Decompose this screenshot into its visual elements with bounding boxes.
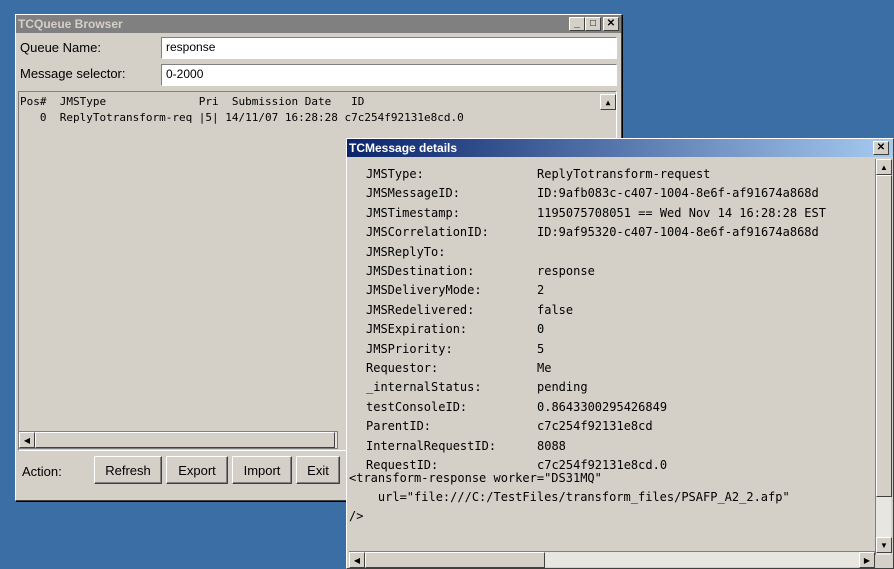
- detail-key: JMSCorrelationID:: [366, 225, 489, 240]
- minimize-icon: _: [574, 18, 580, 29]
- detail-value: response: [537, 264, 595, 278]
- detail-key: JMSPriority:: [366, 341, 453, 356]
- scroll-thumb[interactable]: [35, 432, 335, 448]
- message-details-titlebar[interactable]: TCMessage details ✕: [347, 139, 893, 157]
- details-horizontal-scrollbar[interactable]: ◀ ▶: [349, 551, 875, 568]
- detail-value: ReplyTotransform-request: [537, 167, 711, 181]
- details-vertical-scrollbar[interactable]: ▲ ▼: [875, 159, 892, 555]
- refresh-button[interactable]: Refresh: [94, 456, 162, 484]
- window-title: TCMessage details: [349, 141, 458, 155]
- arrow-down-icon: ▼: [880, 540, 888, 550]
- details-body-line-1: <transform-response worker="DS31MQ": [349, 471, 602, 485]
- queue-name-input[interactable]: response: [161, 37, 617, 59]
- detail-key: JMSDeliveryMode:: [366, 283, 482, 298]
- table-row[interactable]: 0 ReplyTotransform-req |5| 14/11/07 16:2…: [20, 111, 464, 124]
- detail-key: JMSTimestamp:: [366, 205, 460, 220]
- queue-name-label: Queue Name:: [20, 40, 101, 55]
- detail-value: 5: [537, 341, 545, 356]
- detail-value: ID:9af95320-c407-1004-8e6f-af91674a868d: [537, 225, 819, 240]
- close-icon: ✕: [876, 142, 886, 153]
- detail-key: JMSType:: [366, 167, 424, 181]
- details-body-line-2: url="file:///C:/TestFiles/transform_file…: [349, 490, 790, 504]
- close-button[interactable]: ✕: [603, 17, 619, 31]
- detail-key: testConsoleID:: [366, 399, 468, 414]
- scroll-thumb[interactable]: [876, 175, 892, 497]
- arrow-right-icon: ▶: [863, 555, 871, 565]
- detail-key: JMSRedelivered:: [366, 302, 475, 317]
- close-icon: ✕: [606, 18, 616, 29]
- maximize-icon: □: [589, 18, 597, 29]
- detail-key: InternalRequestID:: [366, 438, 497, 453]
- close-button[interactable]: ✕: [873, 141, 889, 155]
- exit-button[interactable]: Exit: [296, 456, 340, 484]
- horizontal-scrollbar[interactable]: ◀: [18, 431, 338, 449]
- detail-value: c7c254f92131e8cd: [537, 419, 653, 434]
- minimize-button[interactable]: _: [569, 17, 585, 31]
- detail-value: pending: [537, 380, 588, 395]
- details-body-line-3: />: [349, 509, 364, 523]
- scroll-up-button[interactable]: ▲: [876, 159, 892, 175]
- detail-value: 0.8643300295426849: [537, 399, 668, 414]
- detail-value: 0: [537, 322, 545, 337]
- import-button[interactable]: Import: [232, 456, 292, 484]
- scroll-left-button[interactable]: ◀: [349, 552, 365, 568]
- scroll-down-button[interactable]: ▼: [876, 537, 892, 553]
- maximize-button[interactable]: □: [585, 17, 601, 31]
- arrow-up-icon: ▲: [605, 97, 611, 107]
- list-header: Pos# JMSType Pri Submission Date ID: [20, 95, 365, 108]
- arrow-left-icon: ◀: [23, 435, 31, 445]
- detail-value: ID:9afb083c-c407-1004-8e6f-af91674a868d: [537, 186, 819, 201]
- detail-key: JMSDestination:: [366, 264, 475, 278]
- detail-key: ParentID:: [366, 419, 432, 434]
- details-content[interactable]: JMSType: ReplyTotransform-request JMSMessa…: [349, 159, 873, 555]
- scroll-left-button[interactable]: ◀: [19, 432, 35, 448]
- arrow-up-icon: ▲: [880, 162, 888, 172]
- scroll-up-button[interactable]: ▲: [600, 94, 616, 110]
- message-selector-input[interactable]: 0-2000: [161, 64, 617, 86]
- detail-key: _internalStatus:: [366, 380, 482, 395]
- detail-value: 1195075708051 == Wed Nov 14 16:28:28 EST: [537, 205, 826, 220]
- detail-value: Me: [537, 361, 552, 375]
- arrow-left-icon: ◀: [353, 555, 361, 565]
- detail-value: 2: [537, 283, 545, 298]
- queue-browser-titlebar[interactable]: TCQueue Browser _ □ ✕: [16, 15, 621, 33]
- scroll-thumb[interactable]: [365, 552, 545, 568]
- detail-value: false: [537, 302, 574, 317]
- export-button[interactable]: Export: [166, 456, 228, 484]
- message-details-window: TCMessage details ✕ JMSType: ReplyTotrans…: [346, 138, 894, 569]
- action-label: Action:: [22, 464, 62, 479]
- scroll-right-button[interactable]: ▶: [859, 552, 875, 568]
- detail-key: Requestor:: [366, 361, 439, 375]
- detail-key: JMSMessageID:: [366, 186, 460, 201]
- detail-key: JMSExpiration:: [366, 322, 468, 337]
- window-title: TCQueue Browser: [18, 17, 123, 31]
- detail-key: JMSReplyTo:: [366, 244, 446, 259]
- detail-value: 8088: [537, 438, 566, 453]
- message-selector-label: Message selector:: [20, 66, 126, 81]
